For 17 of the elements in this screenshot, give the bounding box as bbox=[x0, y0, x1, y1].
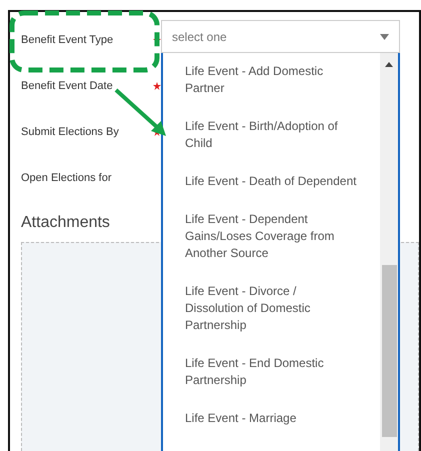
dropdown-option[interactable]: Life Event - Death of Dependent bbox=[185, 173, 357, 190]
scrollbar[interactable] bbox=[380, 53, 398, 451]
scrollbar-thumb[interactable] bbox=[382, 265, 396, 437]
caret-icon bbox=[380, 34, 389, 40]
dropdown-option[interactable]: Life Event - Birth/Adoption of Child bbox=[185, 118, 357, 152]
section-title: Attachments bbox=[21, 214, 110, 232]
dropdown-option[interactable]: Life Event - Divorce / Dissolution of Domestic Partnership bbox=[185, 283, 357, 334]
dropdown-option[interactable]: Life Event - Marriage bbox=[185, 410, 357, 427]
scroll-up-icon[interactable] bbox=[385, 62, 393, 67]
field-label: Benefit Event Type bbox=[21, 34, 114, 46]
dropdown-option[interactable]: Life Event - Add Domestic Partner bbox=[185, 63, 357, 97]
dropdown-option[interactable]: Life Event - End Domestic Partnership bbox=[185, 355, 357, 389]
dropdown-option[interactable]: Life Event - Dependent Gains/Loses Coverage from Another Source bbox=[185, 211, 357, 262]
field-label: Benefit Event Date bbox=[21, 80, 113, 92]
field-label: Submit Elections By bbox=[21, 126, 119, 138]
field-label: Open Elections for bbox=[21, 172, 112, 184]
select-dropdown[interactable]: select one bbox=[161, 20, 400, 53]
